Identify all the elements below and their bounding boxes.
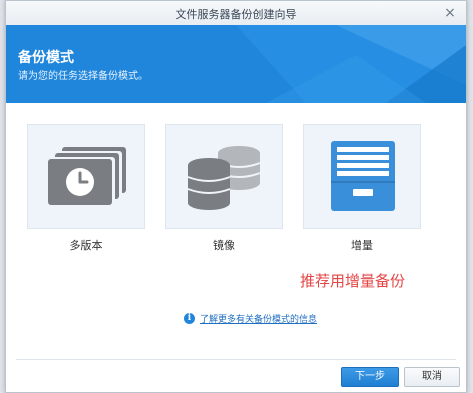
mode-label-multi-version: 多版本 [69,239,103,252]
multi-version-clock-icon [48,147,126,205]
mode-card-incremental[interactable] [303,124,421,229]
page-subtitle: 请为您的任务选择备份模式。 [18,71,148,82]
page-heading: 备份模式 [18,50,74,66]
info-icon: i [184,312,195,324]
close-icon[interactable]: × [442,5,458,21]
mode-label-mirror: 镜像 [213,239,235,252]
mode-card-multi-version[interactable] [27,124,145,229]
backup-wizard-dialog: 文件服务器备份创建向导 × 备份模式 请为您的任务选择备份模式。 多版本 镜像 … [5,0,467,393]
title-bar[interactable]: 文件服务器备份创建向导 × [6,1,466,26]
footer-divider [16,359,456,360]
cancel-button[interactable]: 取消 [404,367,460,387]
mode-card-mirror[interactable] [165,124,283,229]
mirror-database-icon [187,146,261,210]
banner-decoration [236,25,466,103]
info-row: i 了解更多有关备份模式的信息 [184,310,317,326]
learn-more-link[interactable]: 了解更多有关备份模式的信息 [200,312,317,325]
window-title: 文件服务器备份创建向导 [175,8,297,21]
next-button[interactable]: 下一步 [341,367,399,387]
incremental-archive-icon [331,141,395,211]
mode-label-incremental: 增量 [351,239,373,252]
annotation-note: 推荐用增量备份 [300,272,406,290]
header-banner: 备份模式 请为您的任务选择备份模式。 [6,25,466,103]
